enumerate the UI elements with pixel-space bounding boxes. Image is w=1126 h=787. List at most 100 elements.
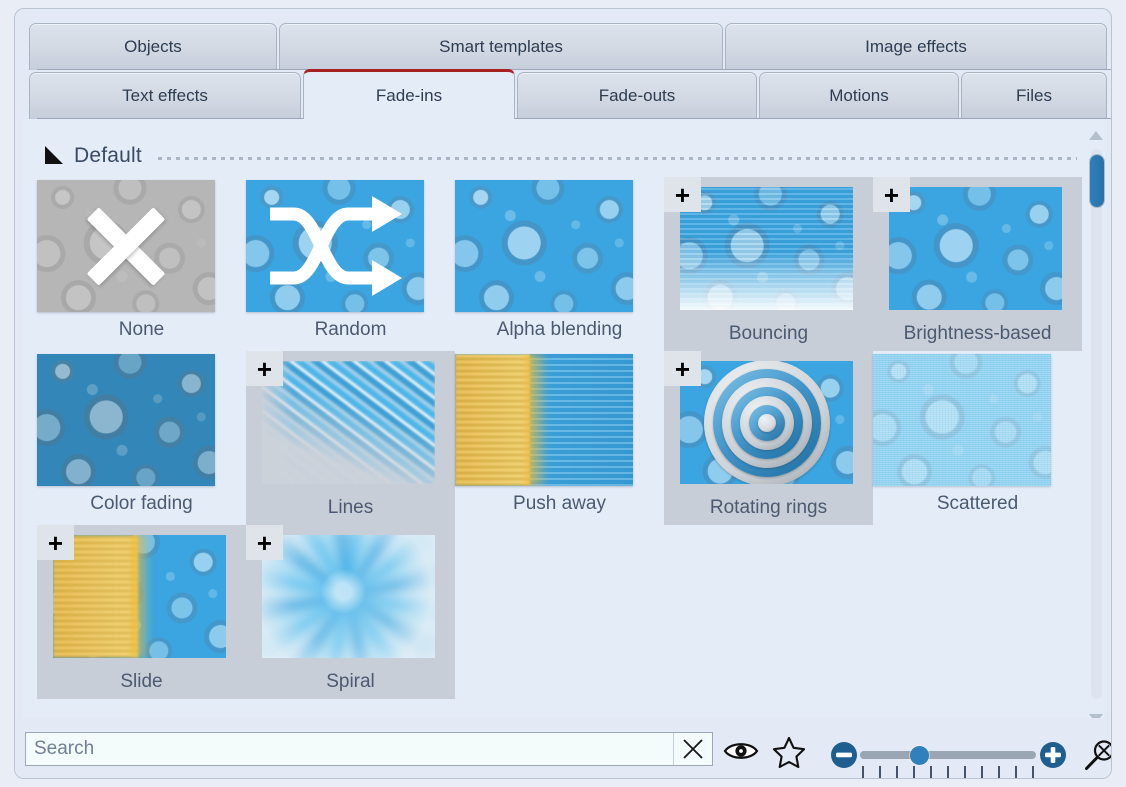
tab-image-effects[interactable]: Image effects [725, 23, 1107, 70]
slider-tick [862, 766, 864, 778]
x-mark-icon [37, 180, 215, 312]
effect-label: Slide [37, 671, 246, 693]
effect-thumbnail-wrap [262, 361, 440, 493]
tab-label: Files [1016, 86, 1052, 106]
slider-thumb[interactable] [910, 746, 929, 765]
triangle-expanded-icon[interactable] [45, 146, 63, 164]
add-badge-icon[interactable]: + [664, 177, 701, 212]
effect-item[interactable]: Scattered [873, 351, 1082, 525]
effect-thumbnail-wrap [680, 187, 858, 319]
tab-label: Motions [829, 86, 889, 106]
effect-item[interactable]: Random [246, 177, 455, 351]
section-dotted-rule [158, 157, 1077, 160]
tab-objects[interactable]: Objects [29, 23, 277, 70]
effect-thumbnail-wrap [455, 354, 633, 486]
scrollbar-thumb[interactable] [1090, 155, 1104, 207]
clear-x-icon[interactable] [673, 733, 712, 765]
tab-fade-outs[interactable]: Fade-outs [517, 72, 757, 119]
effect-thumbnail[interactable] [37, 354, 215, 486]
slider-tick [964, 766, 966, 778]
tab-smart-templates[interactable]: Smart templates [279, 23, 723, 70]
effect-label: Alpha blending [455, 319, 664, 341]
effect-thumbnail[interactable] [680, 187, 853, 310]
effect-label: None [37, 319, 246, 341]
eye-icon[interactable] [723, 740, 759, 762]
effect-thumbnail-wrap [262, 535, 440, 667]
slider-tick [1015, 766, 1017, 778]
effect-item[interactable]: + Lines [246, 351, 455, 525]
effect-item[interactable]: + Slide [37, 525, 246, 699]
effect-thumbnail[interactable] [262, 535, 435, 658]
effect-label: Push away [455, 493, 664, 515]
slider-track[interactable] [860, 751, 1036, 759]
effect-item[interactable]: Alpha blending [455, 177, 664, 351]
effect-item[interactable]: Push away [455, 351, 664, 525]
effect-label: Lines [246, 497, 455, 519]
add-badge-icon[interactable]: + [246, 351, 283, 386]
zoom-slider[interactable] [860, 742, 1036, 774]
scrollbar-track[interactable] [1091, 149, 1102, 699]
star-icon[interactable] [772, 736, 806, 768]
tab-motions[interactable]: Motions [759, 72, 959, 119]
effects-browser-window: Objects Smart templates Image effects Text… [14, 8, 1112, 779]
add-badge-icon[interactable]: + [873, 177, 910, 212]
effect-item[interactable]: Color fading [37, 351, 246, 525]
tab-label: Image effects [865, 37, 967, 57]
effect-item[interactable]: +Spiral [246, 525, 455, 699]
tab-row-secondary: Text effects Fade-ins Fade-outs Motions File… [15, 72, 1112, 122]
section-header-default[interactable]: Default [45, 141, 1077, 171]
search-field[interactable] [25, 732, 713, 766]
tab-row-primary: Objects Smart templates Image effects [15, 23, 1112, 73]
slider-tick [947, 766, 949, 778]
effect-label: Color fading [37, 493, 246, 515]
effect-label: Random [246, 319, 455, 341]
noise-overlay [873, 354, 1051, 486]
add-badge-icon[interactable]: + [37, 525, 74, 560]
effect-item[interactable]: + Rotating rings [664, 351, 873, 525]
effect-thumbnail[interactable] [889, 187, 1062, 310]
effect-item[interactable]: + Brightness-based [873, 177, 1082, 351]
tab-row-divider [37, 69, 1112, 70]
section-title: Default [74, 144, 142, 168]
slider-tick [879, 766, 881, 778]
slider-tick [981, 766, 983, 778]
slider-ticks [862, 766, 1034, 778]
add-badge-icon[interactable]: + [664, 351, 701, 386]
effect-label: Brightness-based [873, 323, 1082, 345]
effect-thumbnail[interactable] [455, 180, 633, 312]
effect-thumbnail[interactable] [246, 180, 424, 312]
plus-circle-icon[interactable] [1038, 740, 1068, 770]
magnifier-cancel-icon[interactable] [1083, 738, 1112, 772]
effect-thumbnail[interactable] [455, 354, 633, 486]
slider-tick [998, 766, 1000, 778]
effect-thumbnail-wrap [37, 180, 215, 312]
tab-files[interactable]: Files [961, 72, 1107, 119]
tab-fade-ins[interactable]: Fade-ins [303, 69, 515, 119]
effect-thumbnail[interactable] [53, 535, 226, 658]
tab-label: Fade-ins [376, 86, 442, 106]
effect-label: Rotating rings [664, 497, 873, 519]
minus-circle-icon[interactable] [829, 740, 859, 770]
effect-thumbnail[interactable] [680, 361, 853, 484]
tab-label: Objects [124, 37, 182, 57]
tab-text-effects[interactable]: Text effects [29, 72, 301, 119]
slider-tick [896, 766, 898, 778]
effect-thumbnail[interactable] [262, 361, 435, 484]
effect-thumbnail-wrap [246, 180, 424, 312]
add-badge-icon[interactable]: + [246, 525, 283, 560]
shuffle-arrows-icon [246, 180, 424, 312]
effect-item[interactable]: None [37, 177, 246, 351]
vertical-scrollbar[interactable] [1085, 123, 1107, 729]
effect-thumbnail[interactable] [873, 354, 1051, 486]
tab-label: Fade-outs [599, 86, 676, 106]
tab-strip: Objects Smart templates Image effects Text… [15, 9, 1112, 117]
tab-label: Text effects [122, 86, 208, 106]
effect-item[interactable]: +Bouncing [664, 177, 873, 351]
effect-thumbnail[interactable] [37, 180, 215, 312]
tab-label: Smart templates [439, 37, 563, 57]
effect-thumbnail-wrap [53, 535, 231, 667]
slider-tick [913, 766, 915, 778]
chevron-up-icon[interactable] [1088, 127, 1104, 143]
search-input[interactable] [26, 733, 673, 765]
effect-thumbnail-wrap [680, 361, 858, 493]
